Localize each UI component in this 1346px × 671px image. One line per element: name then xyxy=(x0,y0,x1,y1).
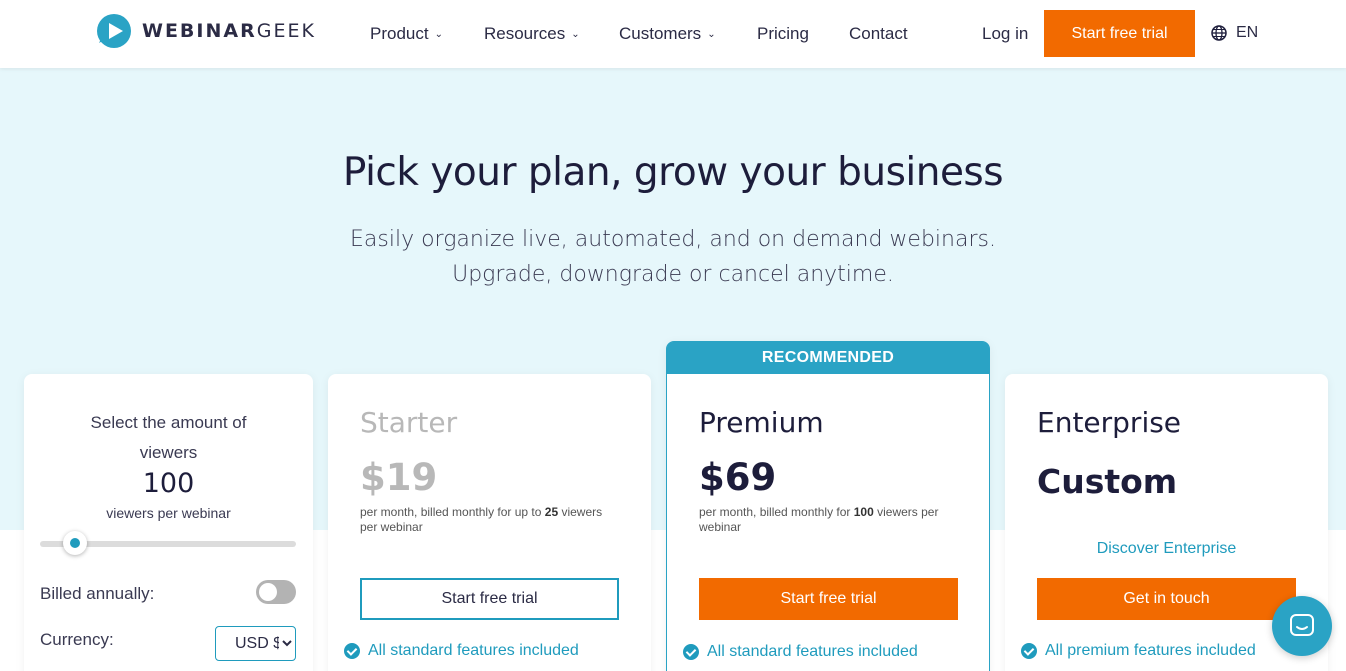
premium-trial-button[interactable]: Start free trial xyxy=(699,578,958,620)
check-circle-icon xyxy=(1021,643,1037,659)
get-in-touch-button[interactable]: Get in touch xyxy=(1037,578,1296,620)
nav-customers[interactable]: Customers ⌄ xyxy=(619,24,716,44)
start-free-trial-button[interactable]: Start free trial xyxy=(1044,10,1195,57)
nav-contact[interactable]: Contact xyxy=(849,24,908,44)
discover-enterprise-link[interactable]: Discover Enterprise xyxy=(1005,540,1328,558)
plan-price: $69 xyxy=(699,456,777,499)
plan-price: Custom xyxy=(1037,462,1178,501)
login-link[interactable]: Log in xyxy=(982,24,1028,44)
plan-card-starter: Starter $19 per month, billed monthly fo… xyxy=(328,374,651,671)
plan-card-premium: RECOMMENDED Premium $69 per month, bille… xyxy=(666,341,990,671)
chat-launcher[interactable] xyxy=(1272,596,1332,656)
plan-feature: All standard features included xyxy=(344,642,579,660)
logo[interactable]: WEBINARGEEK xyxy=(96,13,316,49)
viewer-unit-label: viewers per webinar xyxy=(106,505,231,521)
nav-pricing[interactable]: Pricing xyxy=(757,24,809,44)
viewer-slider-handle[interactable] xyxy=(63,531,88,555)
nav-product[interactable]: Product ⌄ xyxy=(370,24,443,44)
recommended-badge: RECOMMENDED xyxy=(667,342,989,374)
hero-subtitle-line2: Upgrade, downgrade or cancel anytime. xyxy=(452,262,894,287)
hero-subtitle-line1: Easily organize live, automated, and on … xyxy=(350,227,996,252)
logo-text: WEBINARGEEK xyxy=(142,20,316,42)
site-header: WEBINARGEEK Product ⌄ Resources ⌄ Customer… xyxy=(0,0,1346,68)
check-circle-icon xyxy=(683,644,699,660)
language-selector[interactable]: EN xyxy=(1211,24,1258,42)
currency-select[interactable]: USD $ xyxy=(215,626,296,661)
chevron-down-icon: ⌄ xyxy=(571,29,580,41)
viewer-selector-label: Select the amount of viewers xyxy=(90,413,247,462)
plan-feature: All premium features included xyxy=(1021,642,1256,660)
plan-feature: All standard features included xyxy=(683,643,918,661)
language-label: EN xyxy=(1236,24,1259,41)
play-bubble-icon xyxy=(97,14,131,48)
billed-annually-label: Billed annually: xyxy=(40,584,155,603)
plan-name: Premium xyxy=(699,406,824,439)
chevron-down-icon: ⌄ xyxy=(434,29,443,41)
check-circle-icon xyxy=(344,643,360,659)
plan-description: per month, billed monthly for 100 viewer… xyxy=(699,505,939,534)
plan-name: Enterprise xyxy=(1037,406,1182,439)
viewer-selector-card: Select the amount of viewers 100 viewers… xyxy=(24,374,313,671)
page-title: Pick your plan, grow your business xyxy=(342,150,1004,195)
globe-icon xyxy=(1211,25,1227,41)
nav-resources[interactable]: Resources ⌄ xyxy=(484,24,580,44)
plan-price: $19 xyxy=(360,456,438,499)
billed-annually-toggle[interactable] xyxy=(256,580,296,604)
starter-trial-button[interactable]: Start free trial xyxy=(360,578,619,620)
viewer-count: 100 xyxy=(142,468,195,499)
chat-icon xyxy=(1290,614,1314,636)
currency-label: Currency: xyxy=(40,630,114,649)
chevron-down-icon: ⌄ xyxy=(707,29,716,41)
plan-description: per month, billed monthly for up to 25 v… xyxy=(360,505,603,534)
plan-name: Starter xyxy=(360,406,458,439)
